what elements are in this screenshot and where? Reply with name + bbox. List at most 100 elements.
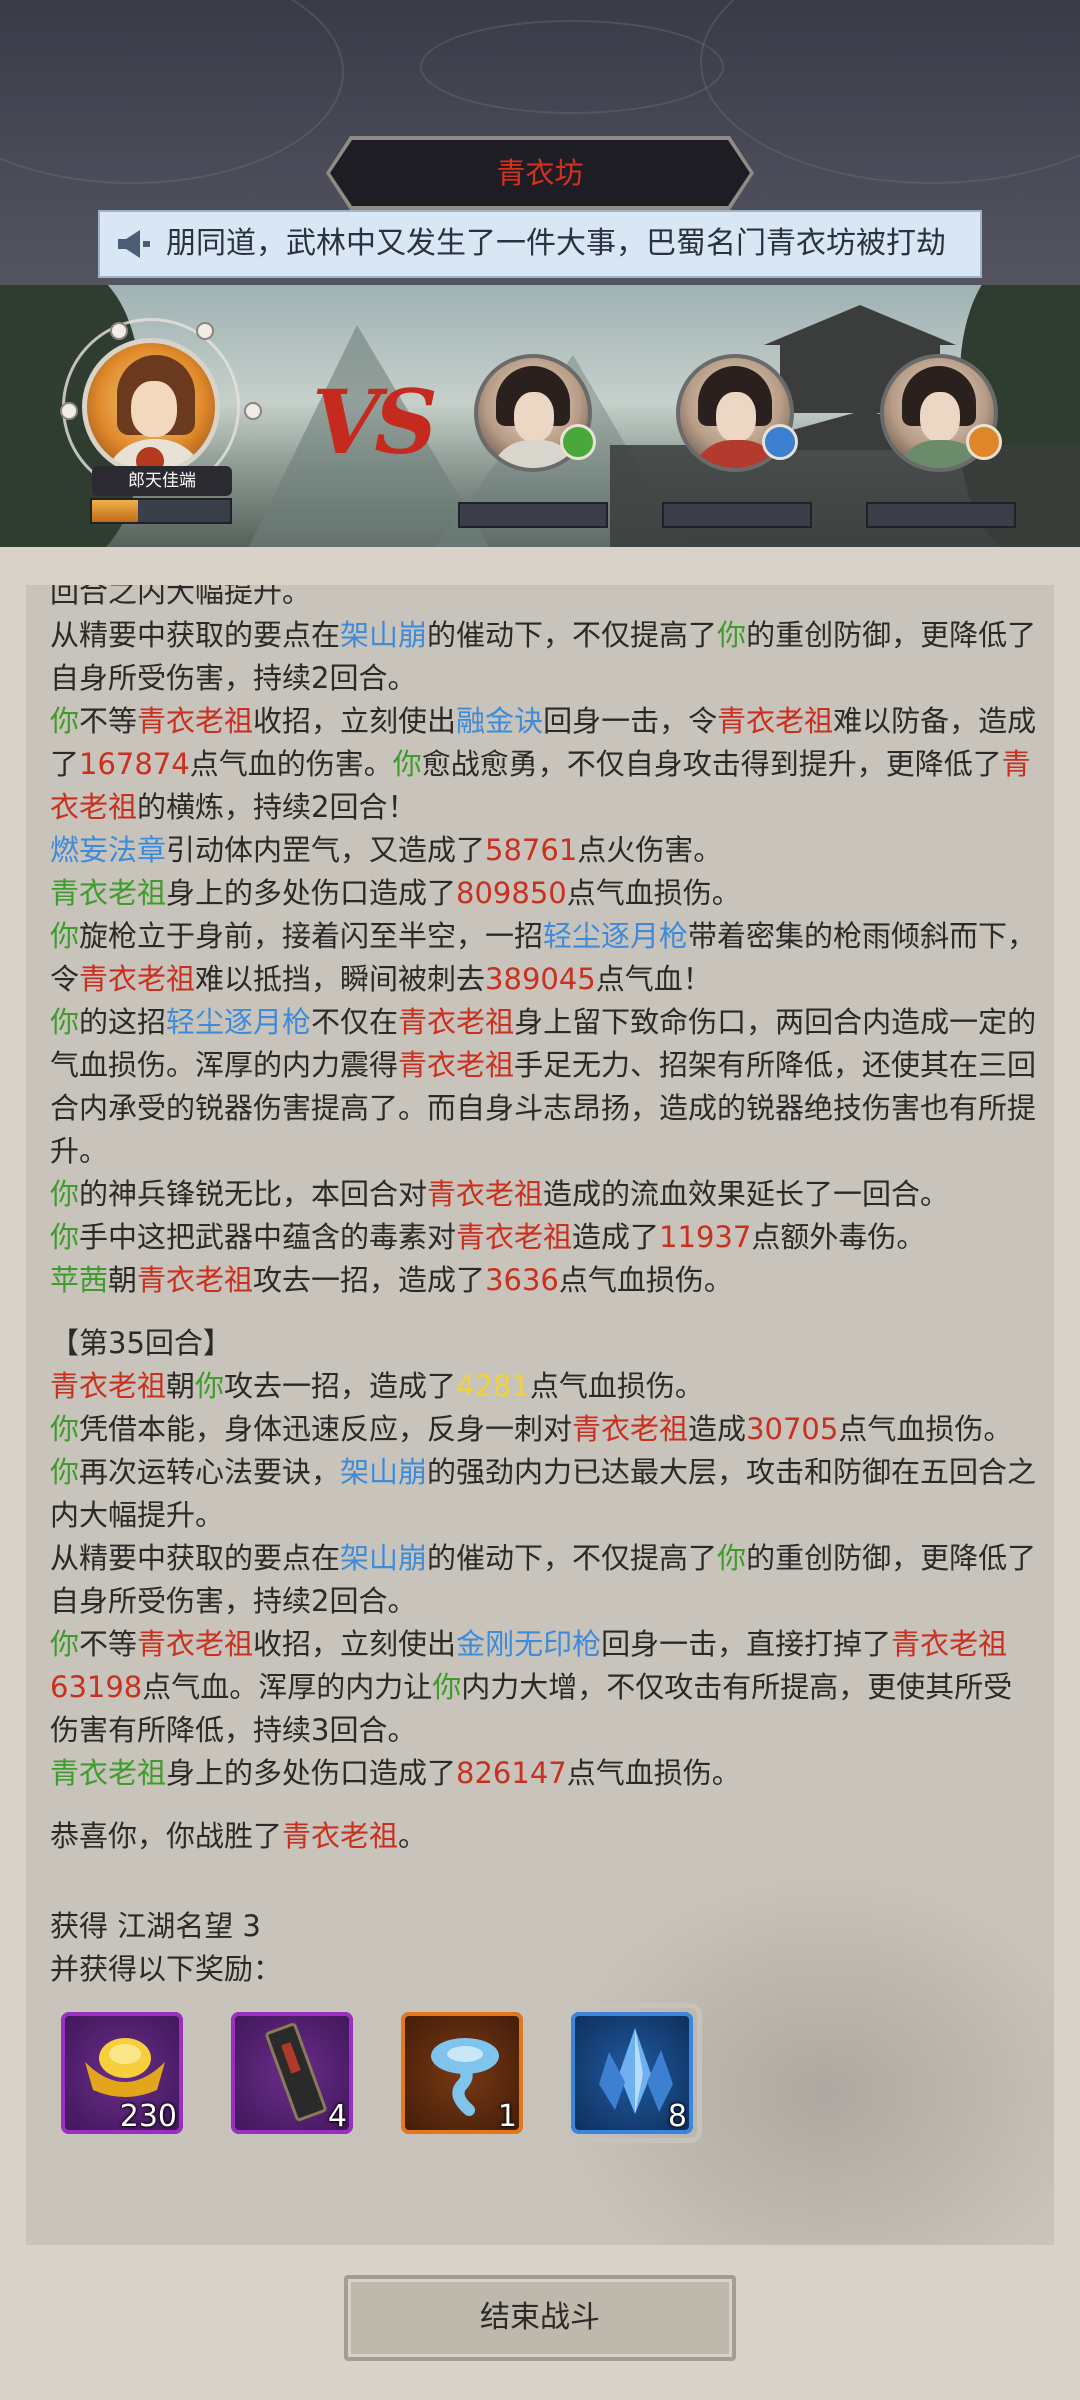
log-segment: 你 xyxy=(717,1541,747,1575)
log-segment: 63198 xyxy=(50,1670,143,1704)
log-segment: 你 xyxy=(50,704,80,738)
log-segment: 收招，立刻使出 xyxy=(253,1627,457,1661)
log-segment: 。 xyxy=(398,1819,428,1853)
log-segment: 从精要中获取的要点在 xyxy=(50,618,341,652)
log-segment: 点气血！ xyxy=(595,962,712,996)
log-segment: 你 xyxy=(50,1005,80,1039)
log-segment: 你 xyxy=(50,1177,80,1211)
log-segment: 30705 xyxy=(746,1412,839,1446)
log-segment: 你 xyxy=(717,618,747,652)
log-segment: 再次运转心法要诀， xyxy=(79,1455,341,1489)
log-segment: 造成了 xyxy=(572,1220,660,1254)
log-segment: 恭喜你，你战胜了 xyxy=(50,1819,283,1853)
log-segment: 青衣老祖 xyxy=(79,962,196,996)
notice-text: 朋同道，武林中又发生了一件大事，巴蜀名门青衣坊被打劫 xyxy=(166,226,946,261)
gold-ingot-icon xyxy=(85,2038,165,2097)
log-line: 你凭借本能，身体迅速反应，反身一刺对青衣老祖造成30705点气血损伤。 xyxy=(50,1408,1040,1451)
log-segment: 青衣老祖 xyxy=(50,1369,167,1403)
pagoda-roof xyxy=(764,305,956,345)
log-segment: 手中这把武器中蕴含的毒素对 xyxy=(79,1220,457,1254)
log-segment: 你 xyxy=(50,919,80,953)
log-line: 你不等青衣老祖收招，立刻使出融金诀回身一击，令青衣老祖难以防备，造成了16787… xyxy=(50,700,1040,829)
log-segment: 4281 xyxy=(456,1369,530,1403)
log-segment: 青衣老祖 xyxy=(137,704,254,738)
log-line: 燃妄法章引动体内罡气，又造成了58761点火伤害。 xyxy=(50,829,1040,872)
log-segment: 青衣老祖 xyxy=(427,1177,544,1211)
log-segment: 回身一击，令 xyxy=(543,704,718,738)
log-segment: 凭借本能，身体迅速反应，反身一刺对 xyxy=(79,1412,573,1446)
player-name: 郎天佳端 xyxy=(92,466,232,496)
log-segment: 愈战愈勇，不仅自身攻击得到提升，更降低了 xyxy=(421,747,1002,781)
log-segment: 点气血损伤。 xyxy=(558,1263,733,1297)
enemy-hp-bar xyxy=(866,502,1016,528)
log-line: 青衣老祖身上的多处伤口造成了809850点气血损伤。 xyxy=(50,872,1040,915)
sword-badge-icon xyxy=(560,424,596,460)
reward-item[interactable]: 4 xyxy=(222,2003,362,2143)
log-segment: 3636 xyxy=(485,1263,559,1297)
ring-node xyxy=(110,322,128,340)
log-segment: 点气血。浑厚的内力让 xyxy=(142,1670,433,1704)
player-hp-fill xyxy=(92,500,138,522)
log-segment: 青衣老祖 xyxy=(137,1627,254,1661)
log-segment: 青衣老祖 xyxy=(717,704,834,738)
log-segment: 你 xyxy=(50,1455,80,1489)
log-segment: 旋枪立于身前，接着闪至半空，一招 xyxy=(79,919,544,953)
log-segment: 【第35回合】 xyxy=(50,1326,232,1360)
reward-qty: 4 xyxy=(327,2099,347,2134)
log-segment: 造成的流血效果延长了一回合。 xyxy=(543,1177,950,1211)
log-segment: 点气血损伤。 xyxy=(838,1412,1013,1446)
log-segment: 攻去一招，造成了 xyxy=(253,1263,486,1297)
page-title: 青衣坊 xyxy=(496,156,584,190)
reward-item[interactable]: 230 xyxy=(52,2003,192,2143)
log-line: 你的神兵锋锐无比，本回合对青衣老祖造成的流血效果延长了一回合。 xyxy=(50,1173,1040,1216)
log-segment: 朝 xyxy=(166,1369,196,1403)
log-segment: 点火伤害。 xyxy=(577,833,723,867)
log-segment: 青衣老祖 xyxy=(398,1005,515,1039)
log-line: 恭喜你，你战胜了青衣老祖。 xyxy=(50,1815,1040,1858)
reward-qty: 1 xyxy=(497,2099,517,2134)
log-segment: 的神兵锋锐无比，本回合对 xyxy=(79,1177,428,1211)
water-badge-icon xyxy=(762,424,798,460)
notice-banner[interactable]: 朋同道，武林中又发生了一件大事，巴蜀名门青衣坊被打劫 xyxy=(98,210,982,278)
log-line: 回合之内大幅提升。 xyxy=(50,585,1040,614)
log-line: 青衣老祖朝你攻去一招，造成了4281点气血损伤。 xyxy=(50,1365,1040,1408)
decor-swirl xyxy=(0,0,344,184)
ring-node xyxy=(60,402,78,420)
battle-log: 回合之内大幅提升。从精要中获取的要点在架山崩的催动下，不仅提高了你的重创防御，更… xyxy=(50,585,1040,1858)
log-segment: 的横炼，持续2回合！ xyxy=(137,790,417,824)
log-segment: 你 xyxy=(50,1412,80,1446)
log-segment: 青衣老祖 xyxy=(572,1412,689,1446)
reward-item[interactable]: 8 xyxy=(562,2003,702,2143)
log-segment: 不等 xyxy=(79,1627,138,1661)
log-segment: 身上的多处伤口造成了 xyxy=(166,1756,457,1790)
log-segment: 青衣老祖 xyxy=(137,1263,254,1297)
log-segment: 58761 xyxy=(485,833,578,867)
end-battle-button[interactable]: 结束战斗 xyxy=(344,2275,736,2361)
decor-swirl xyxy=(700,0,1080,184)
log-segment: 809850 xyxy=(456,876,567,910)
log-segment: 引动体内罡气，又造成了 xyxy=(166,833,486,867)
log-segment: 点气血的伤害。 xyxy=(189,747,393,781)
reward-qty: 8 xyxy=(667,2099,687,2134)
log-segment: 架山崩 xyxy=(340,1541,428,1575)
log-segment: 826147 xyxy=(456,1756,567,1790)
enemy-hp-bar xyxy=(662,502,812,528)
reward-item[interactable]: 1 xyxy=(392,2003,532,2143)
log-segment: 不等 xyxy=(79,704,138,738)
battle-log-panel[interactable]: 回合之内大幅提升。从精要中获取的要点在架山崩的催动下，不仅提高了你的重创防御，更… xyxy=(26,585,1054,2245)
log-line: 从精要中获取的要点在架山崩的催动下，不仅提高了你的重创防御，更降低了自身所受伤害… xyxy=(50,1537,1040,1623)
log-segment: 架山崩 xyxy=(340,1455,428,1489)
log-segment: 青衣老祖 xyxy=(891,1627,1008,1661)
log-segment: 青衣老祖 xyxy=(50,876,167,910)
log-line: 苹茜朝青衣老祖攻去一招，造成了3636点气血损伤。 xyxy=(50,1259,1040,1302)
log-segment: 收招，立刻使出 xyxy=(253,704,457,738)
log-line: 你的这招轻尘逐月枪不仅在青衣老祖身上留下致命伤口，两回合内造成一定的气血损伤。浑… xyxy=(50,1001,1040,1173)
log-segment: 你 xyxy=(50,1220,80,1254)
log-segment: 轻尘逐月枪 xyxy=(166,1005,312,1039)
log-segment: 青衣老祖 xyxy=(50,1756,167,1790)
log-segment: 青衣老祖 xyxy=(456,1220,573,1254)
log-line: 你手中这把武器中蕴含的毒素对青衣老祖造成了11937点额外毒伤。 xyxy=(50,1216,1040,1259)
log-segment: 回身一击，直接打掉了 xyxy=(601,1627,892,1661)
pagoda-base xyxy=(610,445,1080,547)
log-segment: 167874 xyxy=(79,747,190,781)
